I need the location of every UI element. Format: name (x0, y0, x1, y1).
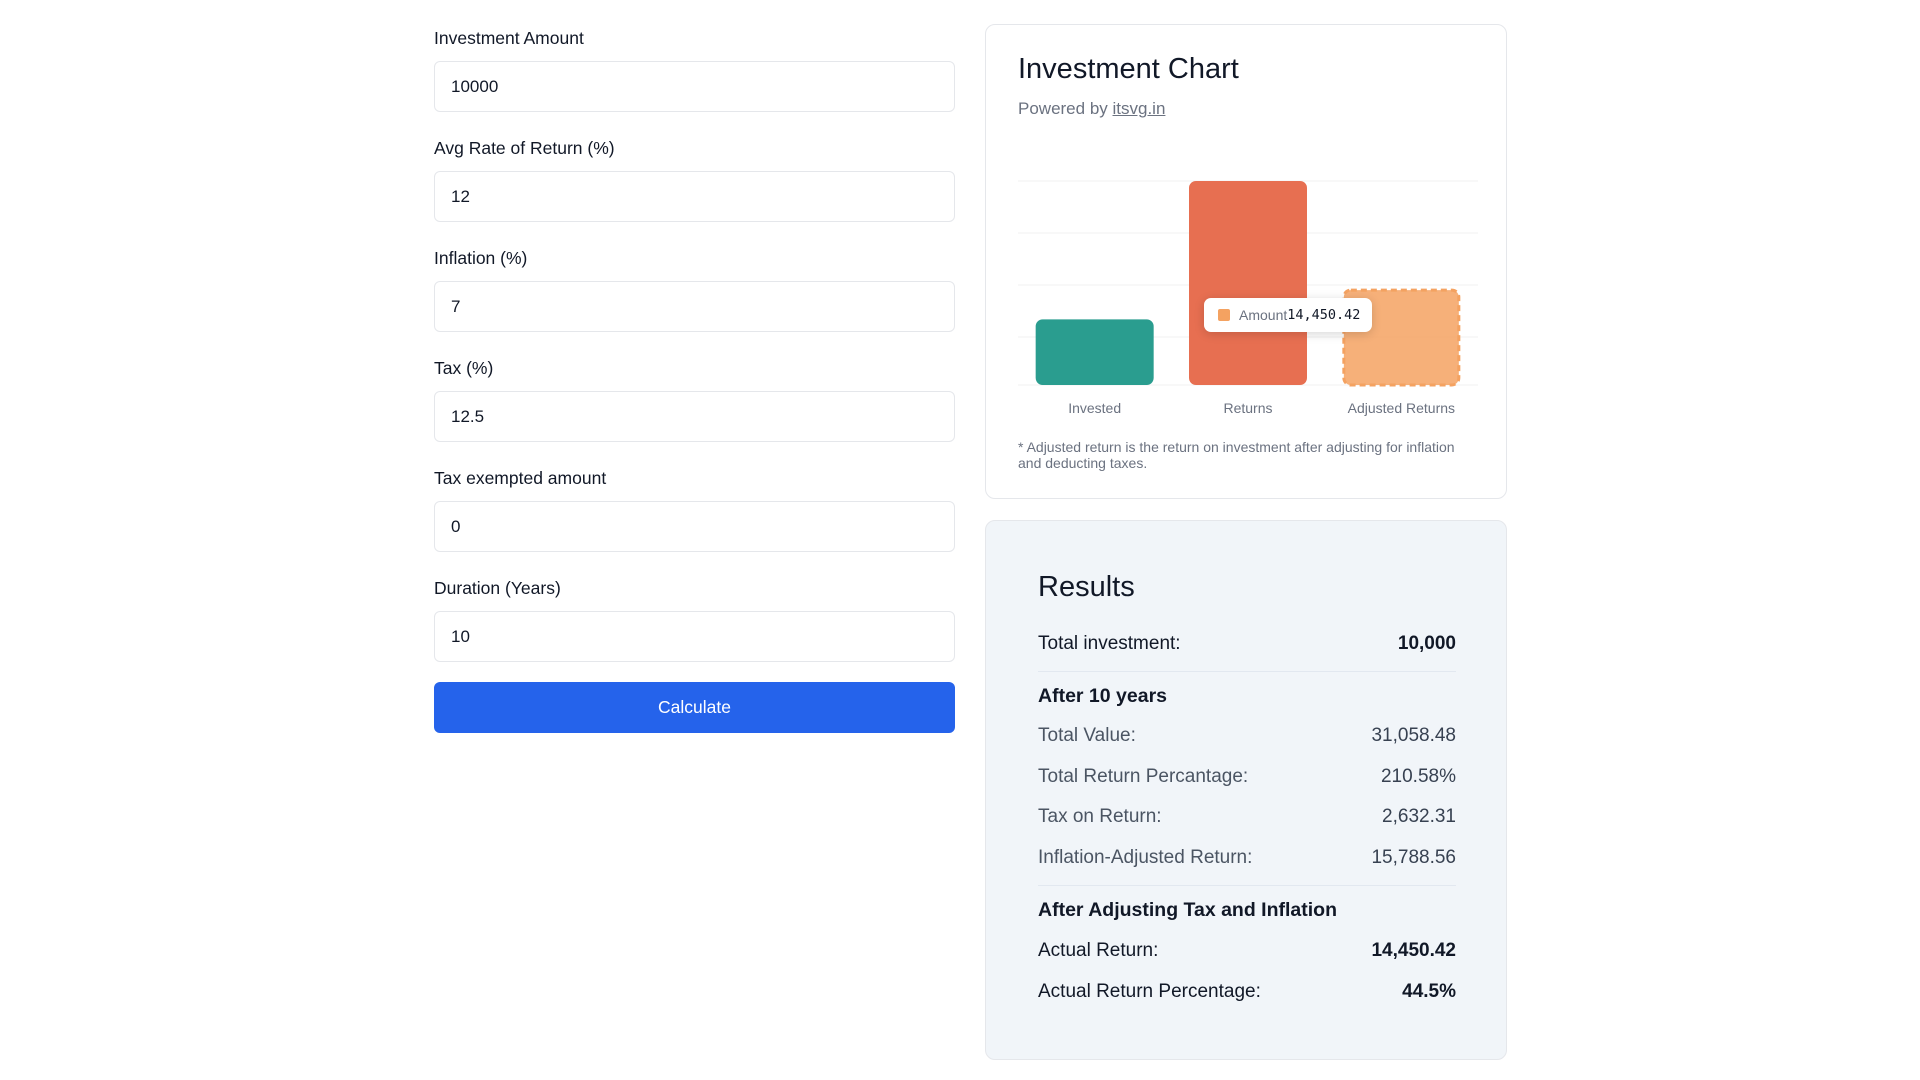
tax-label: Tax (%) (434, 358, 494, 378)
adjusted-return-note: * Adjusted return is the return on inves… (1018, 439, 1455, 471)
total-investment-row: Total investment: 10,000 (1038, 633, 1456, 655)
after-years-heading: After 10 years (1038, 685, 1167, 707)
chart-title: Investment Chart (1018, 53, 1239, 85)
duration-label: Duration (Years) (434, 578, 561, 598)
tax-field: Tax (%) (434, 354, 955, 442)
tooltip-swatch (1218, 309, 1230, 321)
inflation-adjusted-return-label: Inflation-Adjusted Return: (1038, 847, 1253, 868)
total-return-percentage-label: Total Return Percantage: (1038, 766, 1249, 787)
tax-exempted-label: Tax exempted amount (434, 468, 607, 488)
tax-input[interactable] (434, 391, 955, 442)
chart-tooltip: Amount 14,450.42 (1204, 298, 1373, 332)
powered-by-prefix: Powered by (1018, 99, 1113, 118)
actual-return-percentage-label: Actual Return Percentage: (1038, 981, 1261, 1002)
inflation-field: Inflation (%) (434, 244, 955, 332)
investment-bar-chart: Invested Returns Adjusted Returns (1018, 180, 1478, 416)
inflation-adjusted-return-row: Inflation-Adjusted Return: 15,788.56 (1038, 847, 1456, 869)
results-card: Results Total investment: 10,000 After 1… (985, 520, 1507, 1060)
bar-invested[interactable] (1035, 319, 1154, 385)
duration-input[interactable] (434, 611, 955, 662)
rate-of-return-input[interactable] (434, 171, 955, 222)
investment-amount-input[interactable] (434, 61, 955, 112)
actual-return-percentage-value: 44.5% (1402, 981, 1456, 1002)
investment-chart-card: Investment Chart Powered by itsvg.in Inv… (985, 24, 1507, 499)
duration-field: Duration (Years) (434, 574, 955, 662)
bar-returns[interactable] (1189, 181, 1307, 385)
total-return-percentage-row: Total Return Percantage: 210.58% (1038, 766, 1456, 788)
actual-return-label: Actual Return: (1038, 940, 1159, 961)
total-return-percentage-value: 210.58% (1380, 766, 1456, 787)
tax-on-return-value: 2,632.31 (1382, 806, 1456, 827)
inflation-input[interactable] (434, 281, 955, 332)
inflation-adjusted-return-value: 15,788.56 (1371, 847, 1456, 868)
total-value-row: Total Value: 31,058.48 (1038, 725, 1456, 747)
total-investment-label: Total investment: (1038, 633, 1181, 654)
investment-amount-label: Investment Amount (434, 28, 584, 48)
total-investment-value: 10,000 (1397, 633, 1456, 654)
total-value-value: 31,058.48 (1371, 725, 1456, 746)
powered-by-text: Powered by itsvg.in (1018, 99, 1165, 119)
tax-on-return-row: Tax on Return: 2,632.31 (1038, 806, 1456, 828)
tax-exempted-input[interactable] (434, 501, 955, 552)
inflation-label: Inflation (%) (434, 248, 528, 268)
rate-of-return-field: Avg Rate of Return (%) (434, 134, 955, 222)
tooltip-value: 14,450.42 (1287, 307, 1361, 323)
x-tick-label: Invested (1068, 400, 1121, 416)
calculate-button[interactable]: Calculate (434, 682, 955, 733)
itsvg-link[interactable]: itsvg.in (1113, 99, 1166, 118)
results-title: Results (1038, 571, 1135, 603)
tooltip-label: Amount (1239, 307, 1288, 323)
investment-amount-field: Investment Amount (434, 24, 955, 112)
actual-return-row: Actual Return: 14,450.42 (1038, 940, 1456, 962)
rate-of-return-label: Avg Rate of Return (%) (434, 138, 615, 158)
results-divider (1038, 671, 1456, 672)
tax-exempted-field: Tax exempted amount (434, 464, 955, 552)
investment-form: Investment Amount Avg Rate of Return (%)… (434, 24, 955, 733)
x-tick-label: Adjusted Returns (1348, 400, 1455, 416)
results-divider (1038, 885, 1456, 886)
tax-on-return-label: Tax on Return: (1038, 806, 1162, 827)
total-value-label: Total Value: (1038, 725, 1136, 746)
after-adjusting-heading: After Adjusting Tax and Inflation (1038, 899, 1337, 921)
actual-return-percentage-row: Actual Return Percentage: 44.5% (1038, 981, 1456, 1003)
x-tick-label: Returns (1223, 400, 1272, 416)
actual-return-value: 14,450.42 (1371, 940, 1456, 961)
